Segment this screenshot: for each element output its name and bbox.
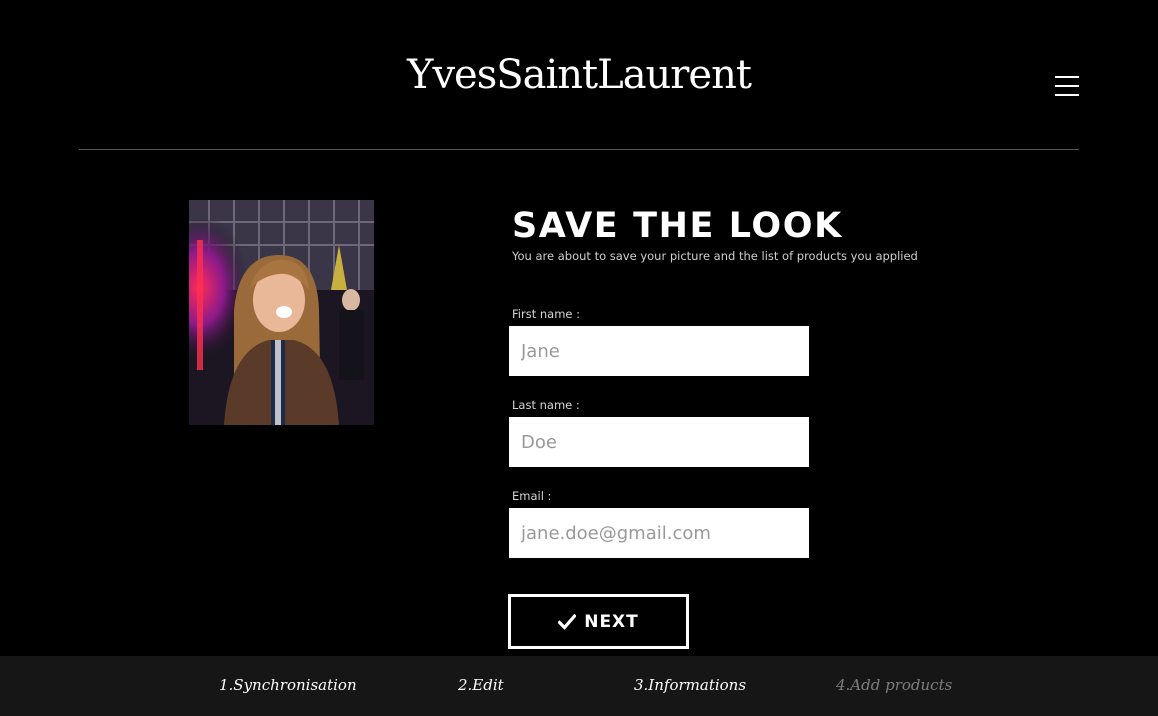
user-photo [189,200,374,425]
last-name-field[interactable] [509,417,809,467]
header-divider [79,149,1079,150]
checkmark-icon [558,613,577,630]
first-name-field[interactable] [509,326,809,376]
page-title: SAVE THE LOOK [512,206,843,246]
step-synchronisation[interactable]: 1.Synchronisation [219,656,357,716]
next-button-label: NEXT [584,611,639,632]
progress-steps-bar: 1.Synchronisation 2.Edit 3.Informations … [0,656,1158,716]
next-button[interactable]: NEXT [508,594,689,649]
step-edit[interactable]: 2.Edit [458,656,504,716]
step-add-products[interactable]: 4.Add products [836,656,952,716]
email-field[interactable] [509,508,809,558]
brand-logo[interactable]: YvesSaintLaurent [396,40,762,110]
first-name-label: First name : [512,307,581,321]
last-name-label: Last name : [512,398,580,412]
email-label: Email : [512,489,552,503]
step-informations[interactable]: 3.Informations [634,656,746,716]
page-subtitle: You are about to save your picture and t… [512,249,918,263]
hamburger-menu-icon[interactable] [1055,74,1083,98]
